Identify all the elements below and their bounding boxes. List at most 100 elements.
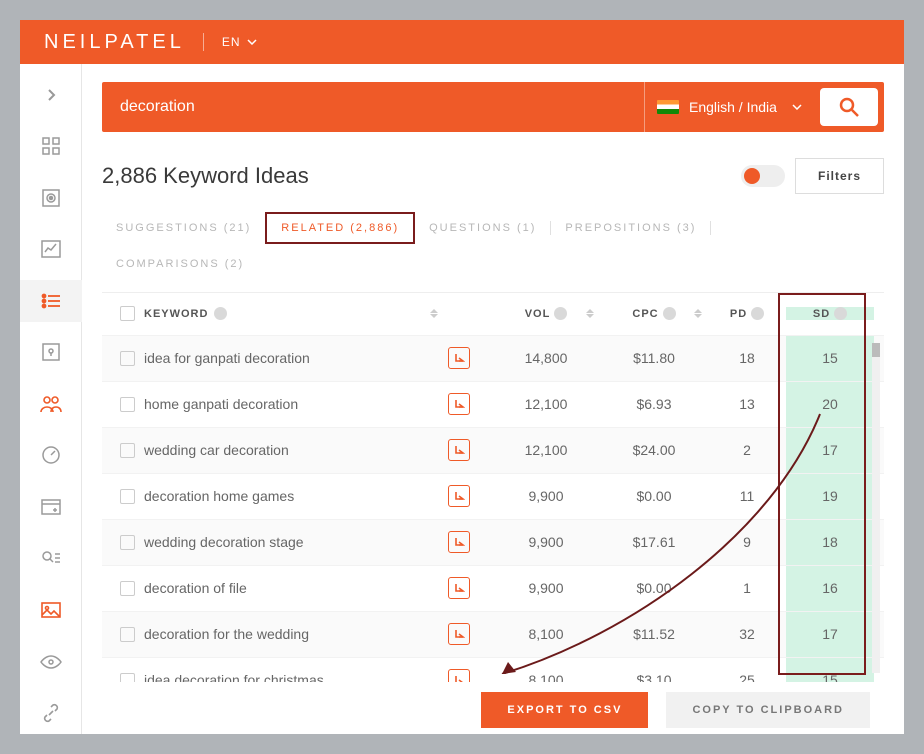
scrollbar-thumb[interactable] bbox=[872, 343, 880, 357]
tab-comparisons[interactable]: COMPARISONS (2) bbox=[102, 250, 258, 278]
pd-cell: 25 bbox=[708, 672, 786, 682]
sidebar-item-keywords[interactable] bbox=[20, 280, 82, 322]
pd-cell: 11 bbox=[708, 488, 786, 504]
row-checkbox[interactable] bbox=[110, 489, 144, 504]
sidebar-collapse[interactable] bbox=[20, 74, 82, 116]
row-checkbox[interactable] bbox=[110, 627, 144, 642]
sidebar-item-calendar[interactable] bbox=[20, 486, 82, 528]
browser-plus-icon bbox=[41, 499, 61, 515]
vol-cell: 9,900 bbox=[492, 580, 600, 596]
sidebar-item-dashboard[interactable] bbox=[20, 126, 82, 168]
expand-button[interactable] bbox=[448, 347, 470, 369]
table-row: home ganpati decoration12,100$6.931320 bbox=[102, 381, 884, 427]
sidebar-item-audience[interactable] bbox=[20, 383, 82, 425]
expand-button[interactable] bbox=[448, 577, 470, 599]
sidebar-item-analytics[interactable] bbox=[20, 229, 82, 271]
row-checkbox[interactable] bbox=[110, 535, 144, 550]
sd-cell: 17 bbox=[786, 428, 874, 473]
vol-cell: 12,100 bbox=[492, 396, 600, 412]
footer-actions: EXPORT TO CSV COPY TO CLIPBOARD bbox=[102, 682, 884, 734]
search-input[interactable] bbox=[102, 82, 644, 132]
sd-cell: 15 bbox=[786, 658, 874, 682]
sd-cell: 19 bbox=[786, 474, 874, 519]
body: English / India 2,886 Keyword Ideas Filt… bbox=[20, 64, 904, 734]
locale-select[interactable]: English / India bbox=[644, 82, 814, 132]
link-icon bbox=[41, 703, 61, 723]
chevron-right-icon bbox=[46, 88, 56, 102]
tab-separator bbox=[710, 221, 711, 235]
tab-prepositions[interactable]: PREPOSITIONS (3) bbox=[551, 214, 710, 242]
cpc-cell: $3.10 bbox=[600, 672, 708, 682]
flag-india-icon bbox=[657, 100, 679, 114]
sidebar-item-view[interactable] bbox=[20, 641, 82, 683]
cpc-cell: $17.61 bbox=[600, 534, 708, 550]
export-csv-button[interactable]: EXPORT TO CSV bbox=[481, 692, 648, 728]
sidebar-item-image[interactable] bbox=[20, 589, 82, 631]
help-icon[interactable] bbox=[663, 307, 676, 320]
users-icon bbox=[40, 395, 62, 413]
row-checkbox[interactable] bbox=[110, 397, 144, 412]
sidebar-item-site[interactable] bbox=[20, 332, 82, 374]
row-checkbox[interactable] bbox=[110, 443, 144, 458]
sidebar-item-overview[interactable] bbox=[20, 177, 82, 219]
sidebar-item-search-list[interactable] bbox=[20, 538, 82, 580]
help-icon[interactable] bbox=[214, 307, 227, 320]
select-all-checkbox[interactable] bbox=[110, 306, 144, 321]
pd-cell: 13 bbox=[708, 396, 786, 412]
divider bbox=[203, 33, 204, 51]
cpc-cell: $24.00 bbox=[600, 442, 708, 458]
tab-questions[interactable]: QUESTIONS (1) bbox=[415, 214, 550, 242]
sd-cell: 16 bbox=[786, 566, 874, 611]
sidebar-item-audit[interactable] bbox=[20, 435, 82, 477]
sidebar-item-link[interactable] bbox=[20, 692, 82, 734]
col-keyword[interactable]: KEYWORD bbox=[144, 307, 448, 320]
sort-icon[interactable] bbox=[694, 309, 702, 318]
sort-icon[interactable] bbox=[586, 309, 594, 318]
row-checkbox[interactable] bbox=[110, 673, 144, 682]
expand-button[interactable] bbox=[448, 669, 470, 682]
sidebar bbox=[20, 64, 82, 734]
expand-button[interactable] bbox=[448, 439, 470, 461]
cpc-cell: $0.00 bbox=[600, 580, 708, 596]
pd-cell: 32 bbox=[708, 626, 786, 642]
app-window: NEILPATEL EN bbox=[20, 20, 904, 734]
brand-logo: NEILPATEL bbox=[44, 31, 185, 54]
tab-suggestions[interactable]: SUGGESTIONS (21) bbox=[102, 214, 265, 242]
help-icon[interactable] bbox=[834, 307, 847, 320]
expand-button[interactable] bbox=[448, 623, 470, 645]
row-checkbox[interactable] bbox=[110, 581, 144, 596]
vol-cell: 12,100 bbox=[492, 442, 600, 458]
copy-clipboard-button[interactable]: COPY TO CLIPBOARD bbox=[666, 692, 870, 728]
col-vol[interactable]: VOL bbox=[492, 307, 600, 320]
vol-cell: 9,900 bbox=[492, 534, 600, 550]
row-checkbox[interactable] bbox=[110, 351, 144, 366]
locale-label: English / India bbox=[689, 99, 777, 115]
search-button[interactable] bbox=[820, 88, 878, 126]
keyword-cell: home ganpati decoration bbox=[144, 396, 448, 412]
col-sd[interactable]: SD bbox=[786, 307, 874, 320]
expand-button[interactable] bbox=[448, 531, 470, 553]
help-icon[interactable] bbox=[554, 307, 567, 320]
tabs: SUGGESTIONS (21) RELATED (2,886) QUESTIO… bbox=[102, 212, 884, 278]
table-row: idea decoration for christmas8,100$3.102… bbox=[102, 657, 884, 682]
cpc-cell: $0.00 bbox=[600, 488, 708, 504]
keyword-cell: wedding decoration stage bbox=[144, 534, 448, 550]
cpc-cell: $11.52 bbox=[600, 626, 708, 642]
table-header: KEYWORD VOL CPC PD SD bbox=[102, 293, 884, 335]
filters-toggle[interactable] bbox=[741, 165, 785, 187]
vol-cell: 8,100 bbox=[492, 672, 600, 682]
expand-button[interactable] bbox=[448, 393, 470, 415]
sort-icon[interactable] bbox=[430, 309, 438, 318]
vol-cell: 9,900 bbox=[492, 488, 600, 504]
table-body: idea for ganpati decoration14,800$11.801… bbox=[102, 335, 884, 682]
chevron-down-icon bbox=[247, 39, 257, 45]
col-pd[interactable]: PD bbox=[708, 307, 786, 320]
filters-button[interactable]: Filters bbox=[795, 158, 884, 194]
expand-button[interactable] bbox=[448, 485, 470, 507]
vol-cell: 8,100 bbox=[492, 626, 600, 642]
main-panel: English / India 2,886 Keyword Ideas Filt… bbox=[82, 64, 904, 734]
help-icon[interactable] bbox=[751, 307, 764, 320]
top-language-select[interactable]: EN bbox=[222, 35, 257, 49]
col-cpc[interactable]: CPC bbox=[600, 307, 708, 320]
tab-related[interactable]: RELATED (2,886) bbox=[265, 212, 415, 244]
